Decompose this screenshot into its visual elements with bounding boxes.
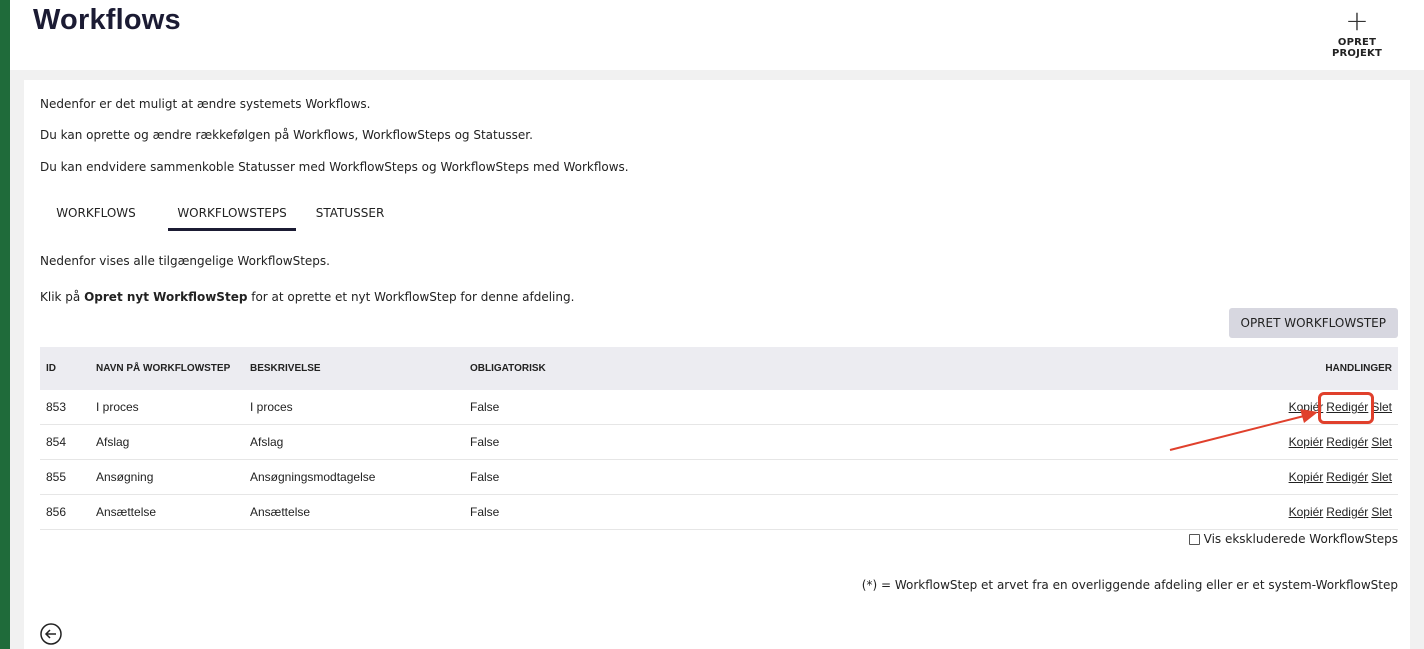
- cell-name: Ansættelse: [90, 494, 244, 530]
- cell-actions: Kopiér Redigér Slet: [876, 494, 1398, 530]
- edit-link[interactable]: Redigér: [1326, 470, 1368, 484]
- cell-id: 855: [40, 459, 90, 495]
- back-arrow-icon[interactable]: [40, 623, 62, 645]
- table-row: 854 Afslag Afslag False Kopiér Redigér Sle…: [40, 424, 1398, 460]
- copy-link[interactable]: Kopiér: [1289, 470, 1324, 484]
- create-project-button[interactable]: + OPRET PROJEKT: [1312, 4, 1402, 60]
- cell-actions: Kopiér Redigér Slet: [876, 424, 1398, 460]
- delete-link[interactable]: Slet: [1371, 505, 1392, 519]
- cell-id: 853: [40, 390, 90, 425]
- col-id: ID: [46, 363, 56, 374]
- workflowsteps-table: ID NAVN PÅ WORKFLOWSTEP BESKRIVELSE OBLI…: [40, 347, 1398, 530]
- edit-link[interactable]: Redigér: [1326, 400, 1368, 414]
- cell-description: Ansættelse: [244, 494, 464, 530]
- cell-name: Ansøgning: [90, 459, 244, 495]
- footnote: (*) = WorkflowStep et arvet fra en overl…: [861, 578, 1398, 592]
- page-header: Workflows + OPRET PROJEKT: [10, 0, 1424, 70]
- instruction-suffix: for at oprette et nyt WorkflowStep for d…: [247, 290, 575, 304]
- instruction-prefix: Klik på: [40, 290, 85, 304]
- col-mandatory: OBLIGATORISK: [470, 363, 546, 374]
- plus-icon: +: [1345, 4, 1369, 37]
- cell-description: I proces: [244, 390, 464, 425]
- cell-name: I proces: [90, 390, 244, 425]
- content-card: Nedenfor er det muligt at ændre systemet…: [24, 80, 1410, 649]
- table-row: 856 Ansættelse Ansættelse False Kopiér Re…: [40, 494, 1398, 530]
- intro-line-3: Du kan endvidere sammenkoble Statusser m…: [40, 160, 629, 174]
- table-header-row: ID NAVN PÅ WORKFLOWSTEP BESKRIVELSE OBLI…: [40, 347, 1398, 390]
- create-project-label: OPRET PROJEKT: [1331, 37, 1383, 59]
- intro-line-1: Nedenfor er det muligt at ændre systemet…: [40, 97, 371, 111]
- show-excluded-toggle[interactable]: Vis ekskluderede WorkflowSteps: [1188, 532, 1398, 546]
- create-workflowstep-button[interactable]: OPRET WORKFLOWSTEP: [1228, 308, 1398, 338]
- table-row: 855 Ansøgning Ansøgningsmodtagelse False…: [40, 459, 1398, 495]
- cell-actions: Kopiér Redigér Slet: [876, 390, 1398, 425]
- section-instruction: Klik på Opret nyt WorkflowStep for at op…: [40, 290, 574, 304]
- instruction-bold: Opret nyt WorkflowStep: [84, 290, 248, 304]
- col-name: NAVN PÅ WORKFLOWSTEP: [96, 363, 231, 374]
- cell-mandatory: False: [464, 424, 876, 460]
- col-description: BESKRIVELSE: [250, 363, 321, 374]
- copy-link[interactable]: Kopiér: [1289, 400, 1324, 414]
- delete-link[interactable]: Slet: [1371, 470, 1392, 484]
- tab-statusser[interactable]: STATUSSER: [310, 202, 390, 228]
- edit-link[interactable]: Redigér: [1326, 505, 1368, 519]
- cell-mandatory: False: [464, 390, 876, 425]
- cell-id: 854: [40, 424, 90, 460]
- intro-line-2: Du kan oprette og ændre rækkefølgen på W…: [40, 128, 533, 142]
- tab-workflowsteps[interactable]: WORKFLOWSTEPS: [168, 202, 296, 231]
- delete-link[interactable]: Slet: [1371, 435, 1392, 449]
- table-row: 853 I proces I proces False Kopiér Redigé…: [40, 390, 1398, 425]
- cell-actions: Kopiér Redigér Slet: [876, 459, 1398, 495]
- edit-link[interactable]: Redigér: [1326, 435, 1368, 449]
- tab-workflows[interactable]: WORKFLOWS: [40, 202, 152, 228]
- cell-description: Ansøgningsmodtagelse: [244, 459, 464, 495]
- cell-mandatory: False: [464, 459, 876, 495]
- cell-mandatory: False: [464, 494, 876, 530]
- show-excluded-checkbox[interactable]: [1188, 533, 1200, 545]
- cell-description: Afslag: [244, 424, 464, 460]
- show-excluded-label: Vis ekskluderede WorkflowSteps: [1203, 532, 1398, 546]
- cell-id: 856: [40, 494, 90, 530]
- copy-link[interactable]: Kopiér: [1289, 505, 1324, 519]
- col-actions: HANDLINGER: [1325, 363, 1392, 374]
- page-title: Workflows: [33, 4, 181, 36]
- cell-name: Afslag: [90, 424, 244, 460]
- section-description: Nedenfor vises alle tilgængelige Workflo…: [40, 254, 330, 268]
- delete-link[interactable]: Slet: [1371, 400, 1392, 414]
- copy-link[interactable]: Kopiér: [1289, 435, 1324, 449]
- left-accent-stripe: [0, 0, 10, 649]
